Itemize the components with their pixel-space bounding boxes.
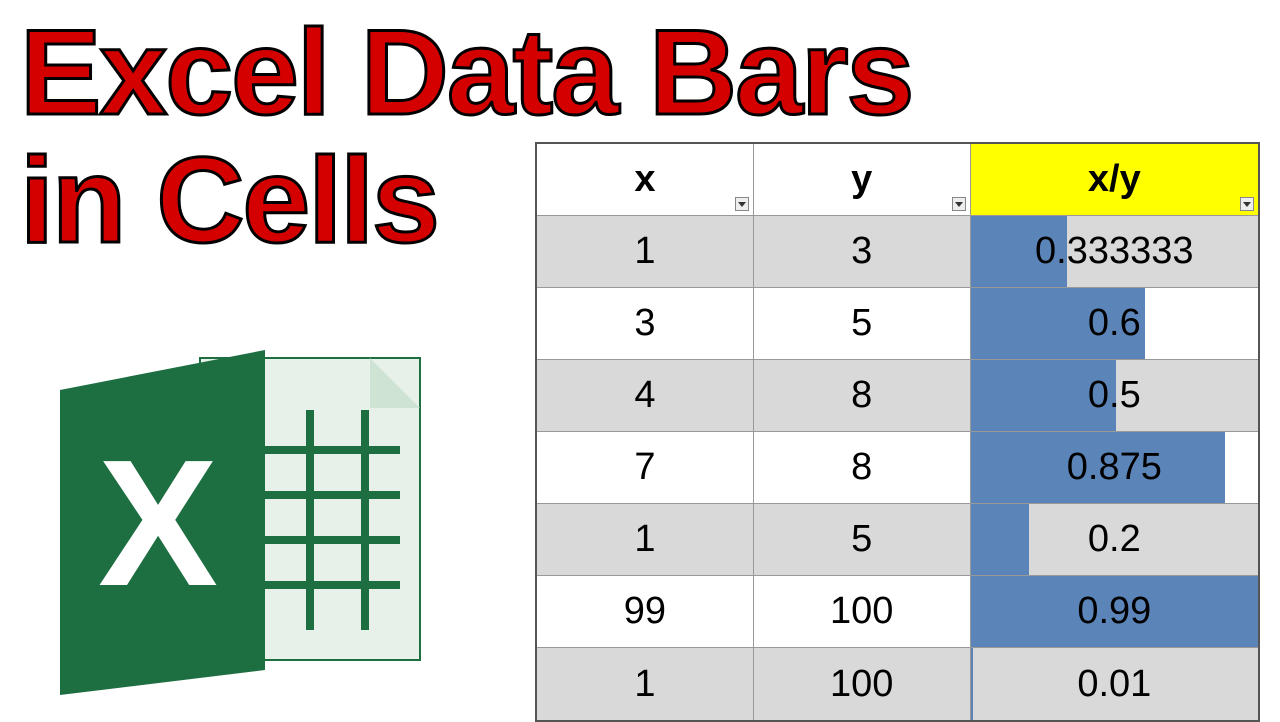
cell-xy[interactable]: 0.333333 [971, 216, 1258, 287]
cell-y[interactable]: 8 [754, 360, 971, 431]
table-row: 1 100 0.01 [537, 648, 1258, 720]
cell-y[interactable]: 5 [754, 504, 971, 575]
table-row: 99 100 0.99 [537, 576, 1258, 648]
cell-xy[interactable]: 0.5 [971, 360, 1258, 431]
cell-y[interactable]: 8 [754, 432, 971, 503]
cell-y[interactable]: 5 [754, 288, 971, 359]
data-bar [971, 504, 1029, 575]
header-y[interactable]: y [754, 144, 971, 215]
header-x[interactable]: x [537, 144, 754, 215]
data-bar [971, 648, 974, 720]
header-y-label: y [851, 158, 872, 201]
cell-xy[interactable]: 0.01 [971, 648, 1258, 720]
table-row: 3 5 0.6 [537, 288, 1258, 360]
cell-x[interactable]: 3 [537, 288, 754, 359]
table-row: 1 5 0.2 [537, 504, 1258, 576]
cell-y[interactable]: 100 [754, 576, 971, 647]
header-x-label: x [634, 158, 655, 201]
data-table: x y x/y 1 3 0.333333 3 5 0.6 4 8 [535, 142, 1260, 722]
cell-x[interactable]: 1 [537, 648, 754, 720]
table-row: 7 8 0.875 [537, 432, 1258, 504]
cell-x[interactable]: 4 [537, 360, 754, 431]
cell-x[interactable]: 99 [537, 576, 754, 647]
cell-y[interactable]: 3 [754, 216, 971, 287]
filter-dropdown-icon[interactable] [952, 197, 966, 211]
filter-dropdown-icon[interactable] [735, 197, 749, 211]
cell-xy[interactable]: 0.875 [971, 432, 1258, 503]
cell-xy[interactable]: 0.99 [971, 576, 1258, 647]
table-header-row: x y x/y [537, 144, 1258, 216]
cell-xy[interactable]: 0.6 [971, 288, 1258, 359]
cell-x[interactable]: 7 [537, 432, 754, 503]
cell-xy[interactable]: 0.2 [971, 504, 1258, 575]
svg-text:X: X [98, 423, 218, 624]
excel-logo-icon: X [40, 320, 470, 700]
header-xy-label: x/y [1088, 158, 1141, 201]
title-line-1: Excel Data Bars [20, 8, 912, 136]
cell-x[interactable]: 1 [537, 216, 754, 287]
table-row: 4 8 0.5 [537, 360, 1258, 432]
cell-x[interactable]: 1 [537, 504, 754, 575]
header-xy[interactable]: x/y [971, 144, 1258, 215]
filter-dropdown-icon[interactable] [1240, 197, 1254, 211]
table-row: 1 3 0.333333 [537, 216, 1258, 288]
cell-y[interactable]: 100 [754, 648, 971, 720]
